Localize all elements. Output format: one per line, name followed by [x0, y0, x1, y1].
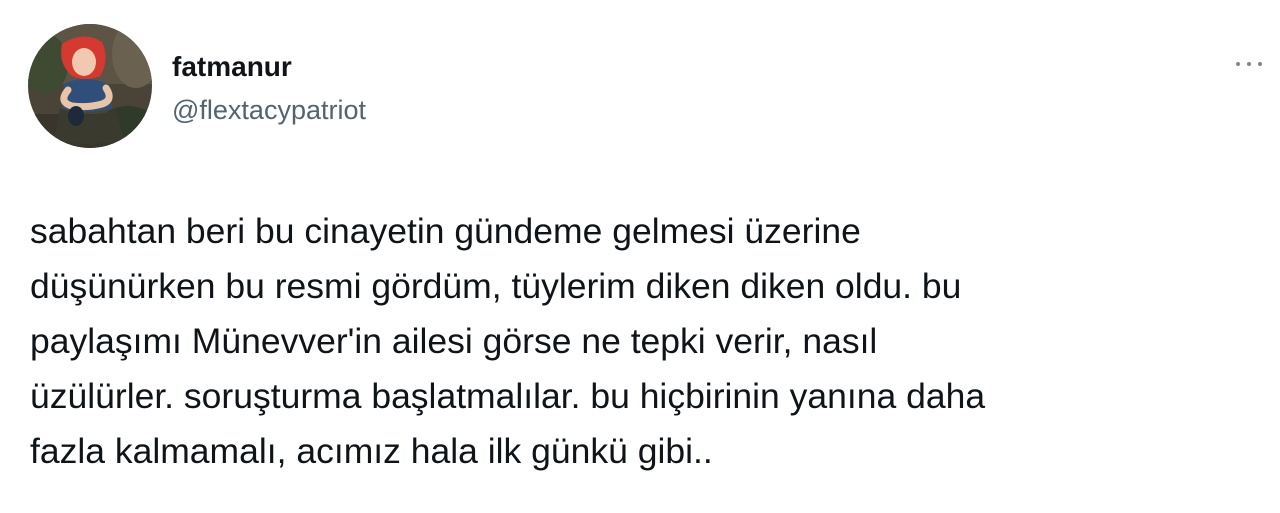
tweet-text-line: sabahtan beri bu cinayetin gündeme gelme… — [30, 211, 861, 251]
avatar[interactable] — [28, 24, 152, 148]
tweet-text-line: üzülürler. soruşturma başlatmalılar. bu … — [30, 376, 986, 416]
profile-photo-icon — [28, 24, 152, 148]
more-options-icon[interactable] — [1236, 58, 1262, 70]
tweet-text-line: paylaşımı Münevver'in ailesi görse ne te… — [30, 321, 878, 361]
more-dot — [1236, 62, 1240, 66]
tweet-card: fatmanur @flextacypatriot sabahtan beri … — [0, 0, 1280, 513]
more-dot — [1247, 62, 1251, 66]
author-handle[interactable]: @flextacypatriot — [172, 93, 366, 127]
tweet-text: sabahtan beri bu cinayetin gündeme gelme… — [30, 204, 1260, 479]
more-dot — [1258, 62, 1262, 66]
tweet-text-line: düşünürken bu resmi gördüm, tüylerim dik… — [30, 266, 962, 306]
author-display-name[interactable]: fatmanur — [172, 50, 292, 84]
tweet-text-line: fazla kalmamalı, acımız hala ilk günkü g… — [30, 431, 713, 471]
